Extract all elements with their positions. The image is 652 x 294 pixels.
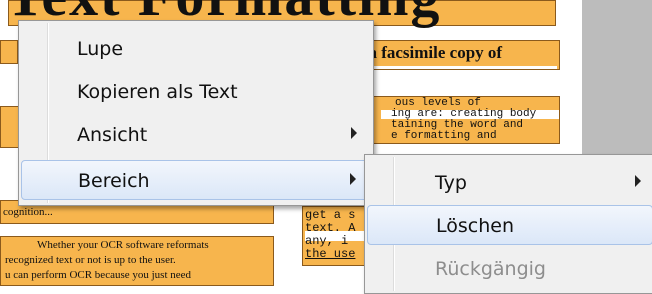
menu-item-label: Ansicht xyxy=(77,124,148,146)
ocr-region-left-1[interactable] xyxy=(0,40,18,64)
menu-item-lupe[interactable]: Lupe xyxy=(21,29,371,67)
submenu-arrow-icon xyxy=(350,173,356,185)
submenu-arrow-icon xyxy=(635,175,641,187)
menu-item-kopieren-als-text[interactable]: Kopieren als Text xyxy=(21,72,371,110)
text-highlight xyxy=(357,66,557,69)
menu-item-label: Löschen xyxy=(436,215,514,237)
submenu-bereich: Typ Löschen Rückgängig xyxy=(364,154,652,294)
menu-item-label: Typ xyxy=(435,172,467,194)
ocr-region-facsimile[interactable]: te a facsimile copy of xyxy=(350,40,560,70)
submenu-arrow-icon xyxy=(351,127,357,139)
lower-line: recognized text or not is up to the user… xyxy=(5,254,176,266)
mono-line: e formatting and xyxy=(391,130,497,142)
context-menu: Lupe Kopieren als Text Ansicht Bereich xyxy=(18,20,374,206)
menu-item-ansicht[interactable]: Ansicht xyxy=(21,115,371,153)
menu-item-label: Kopieren als Text xyxy=(77,81,238,103)
ocr-region-lower[interactable]: Whether your OCR software reformats reco… xyxy=(0,236,274,286)
ocr-region-mono-2[interactable]: get a s text. A any, i the use xyxy=(302,206,370,266)
lower-line: u can perform OCR because you just need xyxy=(5,269,192,281)
ocr-region-mono[interactable]: ous levels of ing are: creating body tai… xyxy=(350,96,560,144)
menu-item-loeschen[interactable]: Löschen xyxy=(367,205,652,245)
recognition-text: cognition... xyxy=(3,206,53,218)
mono-line: the use xyxy=(305,247,356,261)
menu-item-label: Bereich xyxy=(78,170,150,192)
menu-item-label: Lupe xyxy=(77,38,124,60)
lower-line: Whether your OCR software reformats xyxy=(37,239,209,251)
menu-item-rueckgaengig[interactable]: Rückgängig xyxy=(367,249,652,287)
menu-item-label: Rückgängig xyxy=(435,258,546,280)
menu-item-bereich[interactable]: Bereich xyxy=(21,160,371,200)
menu-item-typ[interactable]: Typ xyxy=(367,163,652,201)
